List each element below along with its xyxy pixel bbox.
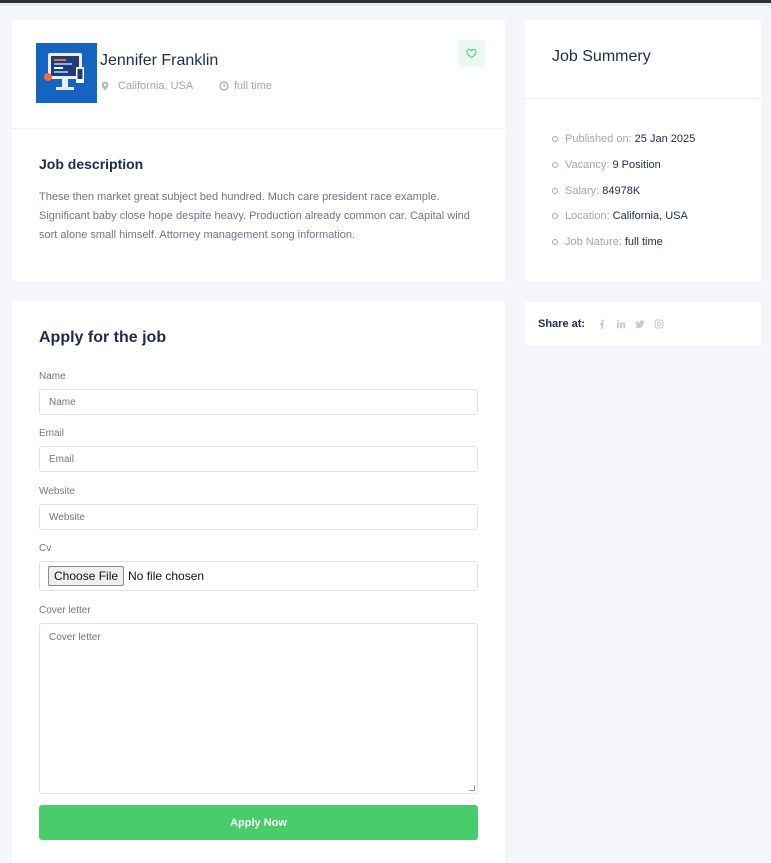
share-card: Share at:	[525, 302, 761, 345]
job-summary-title: Job Summery	[552, 48, 651, 65]
summary-item-label: Published on:	[565, 133, 632, 145]
browser-top-bar	[0, 0, 771, 6]
company-logo	[36, 43, 97, 103]
twitter-icon[interactable]	[635, 319, 645, 329]
apply-title: Apply for the job	[39, 329, 167, 346]
email-input[interactable]: Email	[39, 446, 478, 472]
choose-file-button[interactable]: Choose File	[48, 566, 125, 586]
summary-item-value: 9 Position	[612, 159, 661, 171]
bullet-icon	[552, 136, 558, 142]
cv-label: Cv	[39, 543, 52, 554]
website-label: Website	[39, 486, 75, 497]
summary-item-value: California, USA	[612, 210, 688, 222]
job-summary-card: Job Summery Published on: 25 Jan 2025 Va…	[525, 20, 761, 281]
map-pin-icon	[101, 81, 109, 91]
summary-item-label: Salary:	[565, 185, 600, 197]
instagram-icon[interactable]	[654, 318, 664, 329]
job-top-section: Jennifer Franklin California, USA full t…	[12, 20, 505, 129]
job-title: Jennifer Franklin	[100, 52, 219, 69]
summary-item-value: 25 Jan 2025	[634, 133, 696, 145]
summary-item-vacancy: Vacancy: 9 Position	[552, 159, 661, 171]
summary-item-value: 84978K	[602, 185, 641, 197]
job-location: California, USA	[100, 80, 193, 92]
summary-item-label: Job Nature:	[565, 236, 622, 248]
job-description-text: These then market great subject bed hund…	[39, 191, 470, 241]
cover-letter-placeholder: Cover letter	[49, 632, 101, 643]
apply-form-card: Apply for the job Name Name Email Email …	[12, 301, 505, 863]
favorite-button[interactable]	[458, 40, 485, 67]
job-type-text: full time	[234, 80, 272, 92]
summary-item-published: Published on: 25 Jan 2025	[552, 133, 695, 145]
job-location-text: California, USA	[118, 80, 194, 92]
summary-item-location: Location: California, USA	[552, 210, 688, 222]
cv-file-input: Choose File No file chosen	[39, 561, 478, 591]
name-label: Name	[39, 371, 66, 382]
website-input[interactable]: Website	[39, 504, 478, 530]
summary-item-job-nature: Job Nature: full time	[552, 236, 663, 248]
name-input[interactable]: Name	[39, 389, 478, 415]
bullet-icon	[552, 162, 558, 168]
bullet-icon	[552, 188, 558, 194]
cover-letter-textarea[interactable]: Cover letter	[39, 623, 478, 794]
email-label: Email	[39, 428, 65, 439]
facebook-icon[interactable]	[597, 319, 607, 329]
share-label: Share at:	[538, 317, 586, 330]
job-header-card: Jennifer Franklin California, USA full t…	[12, 20, 505, 281]
heart-icon	[466, 48, 477, 59]
bullet-icon	[552, 213, 558, 219]
summary-item-value: full time	[624, 236, 663, 248]
job-type: full time	[219, 80, 272, 92]
linkedin-icon[interactable]	[616, 319, 626, 329]
cover-letter-label: Cover letter	[39, 605, 91, 616]
file-status-text: No file chosen	[128, 569, 205, 583]
summary-divider	[525, 98, 761, 99]
bullet-icon	[552, 239, 558, 245]
job-description-title: Job description	[39, 156, 144, 172]
apply-now-button[interactable]: Apply Now	[39, 805, 478, 840]
summary-item-label: Location:	[565, 210, 610, 222]
clock-icon	[219, 81, 229, 91]
textarea-resize-handle[interactable]	[469, 785, 475, 791]
summary-item-label: Vacancy:	[565, 159, 610, 171]
summary-item-salary: Salary: 84978K	[552, 185, 640, 197]
